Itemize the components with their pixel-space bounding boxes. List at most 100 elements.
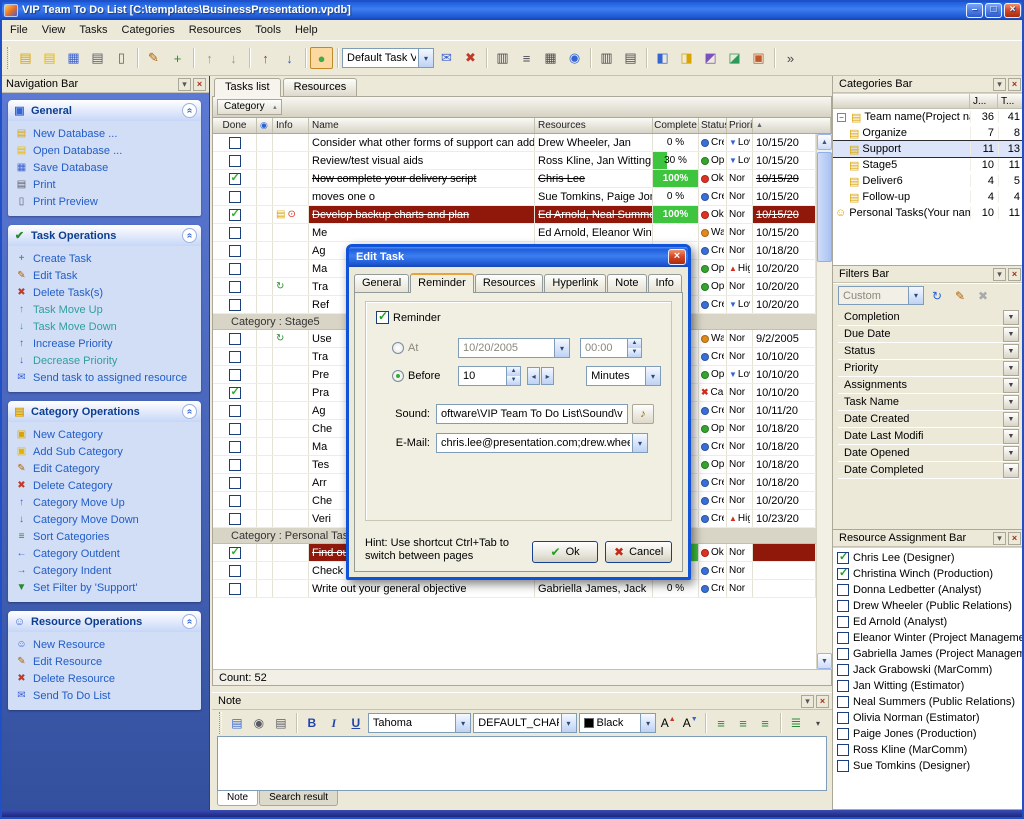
print-button[interactable]: ▤: [86, 47, 109, 69]
column-header-info[interactable]: Info: [273, 118, 309, 133]
resource-checkbox[interactable]: [837, 552, 849, 564]
at-radio[interactable]: [392, 342, 404, 354]
note-editor[interactable]: [217, 736, 827, 791]
done-checkbox[interactable]: [229, 495, 241, 507]
group-chip-category[interactable]: Category: [217, 99, 282, 115]
navigation-panel-button[interactable]: ◧: [651, 47, 674, 69]
task-row[interactable]: Review/test visual aidsRoss Kline, Jan W…: [213, 152, 816, 170]
filter-date-created[interactable]: Date Created▼: [838, 411, 1019, 428]
task-move-up-button[interactable]: ↑: [198, 47, 221, 69]
nav-item-edit-task[interactable]: ✎Edit Task: [15, 267, 199, 284]
done-checkbox[interactable]: [229, 281, 241, 293]
bullets-button[interactable]: ≣: [786, 713, 806, 733]
clear-filter-button[interactable]: ✖: [973, 286, 993, 306]
done-checkbox[interactable]: [229, 477, 241, 489]
nav-item-delete-resource[interactable]: ✖Delete Resource: [15, 670, 199, 687]
tree-item-personal-tasks-your-name[interactable]: ☺Personal Tasks(Your name)1011: [833, 205, 1024, 221]
filter-priority[interactable]: Priority▼: [838, 360, 1019, 377]
chevron-up-icon[interactable]: «: [182, 404, 197, 419]
nav-item-sort-categories[interactable]: ≡Sort Categories: [15, 528, 199, 545]
close-icon[interactable]: ×: [1008, 78, 1021, 91]
nav-item-new-resource[interactable]: ☺New Resource: [15, 636, 199, 653]
maximize-button[interactable]: □: [985, 3, 1002, 18]
edit-task-button[interactable]: ✎: [142, 47, 165, 69]
tab-tasks-list[interactable]: Tasks list: [214, 78, 281, 97]
filters-panel-button[interactable]: ◩: [699, 47, 722, 69]
resource-drew-wheeler-public-relations[interactable]: Drew Wheeler (Public Relations): [833, 598, 1024, 614]
scroll-up-icon[interactable]: ▲: [817, 134, 832, 150]
menu-categories[interactable]: Categories: [115, 22, 182, 38]
dialog-close-button[interactable]: ×: [668, 249, 686, 265]
send-task-button[interactable]: ✉: [435, 47, 458, 69]
task-move-down-button[interactable]: ↓: [222, 47, 245, 69]
chevron-down-icon[interactable]: ▼: [1003, 327, 1019, 342]
filter-date-completed[interactable]: Date Completed▼: [838, 462, 1019, 479]
nav-item-add-sub-category[interactable]: ▣Add Sub Category: [15, 443, 199, 460]
menu-tools[interactable]: Tools: [248, 22, 288, 38]
spin-right-icon[interactable]: ▸: [541, 367, 554, 385]
resource-paige-jones-production[interactable]: Paige Jones (Production): [833, 726, 1024, 742]
align-center-button[interactable]: ≡: [733, 713, 753, 733]
nav-section-header-category-operations[interactable]: ▤Category Operations«: [8, 401, 201, 422]
split-horizontal-button[interactable]: ▥: [595, 47, 618, 69]
open-database-button[interactable]: ▤: [38, 47, 61, 69]
dialog-tab-resources[interactable]: Resources: [475, 274, 544, 292]
resource-eleanor-winter-project-management[interactable]: Eleanor Winter (Project Management): [833, 630, 1024, 646]
pin-icon[interactable]: ▾: [993, 268, 1006, 281]
sound-input[interactable]: [436, 404, 628, 424]
resource-ed-arnold-analyst[interactable]: Ed Arnold (Analyst): [833, 614, 1024, 630]
column-header-done[interactable]: Done: [213, 118, 257, 133]
done-checkbox[interactable]: [229, 513, 241, 525]
collapse-icon[interactable]: −: [837, 113, 846, 122]
scroll-thumb[interactable]: [817, 152, 832, 262]
nav-item-category-indent[interactable]: →Category Indent: [15, 562, 199, 579]
apply-filter-button[interactable]: ↻: [927, 286, 947, 306]
resource-checkbox[interactable]: [837, 664, 849, 676]
task-row[interactable]: MeEd Arnold, Eleanor WinterWaiNor10/15/2…: [213, 224, 816, 242]
resource-checkbox[interactable]: [837, 600, 849, 612]
tree-item-follow-up[interactable]: ▤Follow-up44: [833, 189, 1024, 205]
column-header-resources[interactable]: Resources: [535, 118, 653, 133]
chevron-up-icon[interactable]: «: [182, 228, 197, 243]
pin-icon[interactable]: ▾: [993, 78, 1006, 91]
resource-neal-summers-public-relations[interactable]: Neal Summers (Public Relations): [833, 694, 1024, 710]
grow-font-button[interactable]: A▲: [658, 713, 678, 733]
chevron-down-icon[interactable]: ▼: [1003, 344, 1019, 359]
resource-checkbox[interactable]: [837, 696, 849, 708]
done-checkbox[interactable]: [229, 583, 241, 595]
note-template-button[interactable]: ▤: [227, 713, 247, 733]
resource-checkbox[interactable]: [837, 728, 849, 740]
close-icon[interactable]: ×: [816, 695, 829, 708]
minimize-button[interactable]: –: [966, 3, 983, 18]
done-checkbox[interactable]: [229, 209, 241, 221]
nav-item-open-database[interactable]: ▤Open Database ...: [15, 142, 199, 159]
done-checkbox[interactable]: [229, 245, 241, 257]
font-color-combo[interactable]: Black▾: [579, 713, 657, 733]
sound-play-button[interactable]: ♪: [632, 404, 654, 424]
align-left-button[interactable]: ≡: [711, 713, 731, 733]
bold-button[interactable]: B: [302, 713, 322, 733]
nav-item-print-preview[interactable]: ▯Print Preview: [15, 193, 199, 210]
resource-chris-lee-designer[interactable]: Chris Lee (Designer): [833, 550, 1024, 566]
nav-item-edit-resource[interactable]: ✎Edit Resource: [15, 653, 199, 670]
nav-section-header-general[interactable]: ▣General«: [8, 100, 201, 121]
chevron-down-icon[interactable]: ▼: [1003, 378, 1019, 393]
done-checkbox[interactable]: [229, 405, 241, 417]
print-preview-button[interactable]: ▯: [110, 47, 133, 69]
column-header-col1[interactable]: ◉: [257, 118, 273, 133]
print-preview-button[interactable]: ◉: [249, 713, 269, 733]
menu-tasks[interactable]: Tasks: [72, 22, 114, 38]
create-task-button[interactable]: +: [166, 47, 189, 69]
pin-icon[interactable]: ▾: [178, 78, 191, 91]
sort-button[interactable]: ≡: [515, 47, 538, 69]
email-combo[interactable]: chris.lee@presentation.com;drew.wheeler@…: [436, 433, 648, 453]
dialog-tab-general[interactable]: General: [354, 274, 409, 292]
scroll-down-icon[interactable]: ▼: [817, 653, 832, 669]
resource-jack-grabowski-marcomm[interactable]: Jack Grabowski (MarComm): [833, 662, 1024, 678]
filter-assignments[interactable]: Assignments▼: [838, 377, 1019, 394]
task-row[interactable]: Write out your general objectiveGabriell…: [213, 580, 816, 598]
done-checkbox[interactable]: [229, 565, 241, 577]
underline-button[interactable]: U: [346, 713, 366, 733]
done-checkbox[interactable]: [229, 369, 241, 381]
done-checkbox[interactable]: [229, 441, 241, 453]
